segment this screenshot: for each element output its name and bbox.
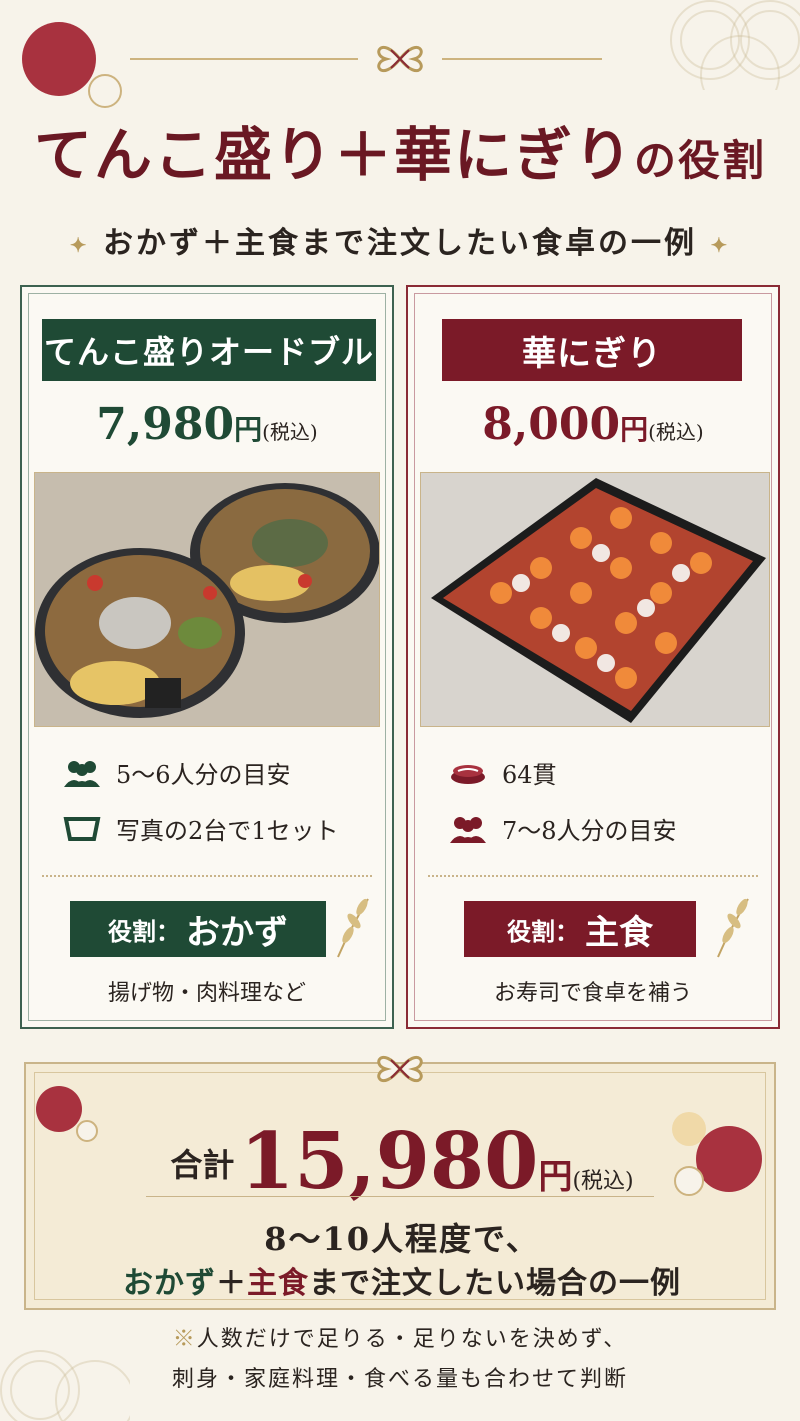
people-icon [448,815,488,843]
summary-okazu: おかず [123,1266,216,1301]
plum-blossom-icon [672,1112,706,1146]
serving-info: 5〜6人分の目安 [62,755,291,790]
dotted-divider [42,875,372,877]
plum-blossom-icon [22,22,96,96]
role-prefix: 役割： [507,916,579,946]
footnote: ※人数だけで足りる・足りないを決めず、 刺身・家庭料理・食べる量も合わせて判断 [0,1320,800,1400]
plum-blossom-icon [76,1120,98,1142]
role-prefix: 役割： [108,916,180,946]
page-title: てんこ盛り＋華にぎりの役割 [0,108,800,192]
total-amount: 15,980 [239,1116,539,1207]
info-text: 5〜6人分の目安 [116,761,291,789]
total-yen: 円 [538,1157,573,1197]
info-text: 64貫 [502,761,557,789]
footnote-line-2: 刺身・家庭料理・食べる量も合わせて判断 [171,1367,628,1392]
hors-doeuvre-photo [34,472,380,727]
total-people: 8〜10人程度で、 [264,1220,540,1258]
plum-blossom-icon [88,74,122,108]
hana-nigiri-card: 華にぎり 8,000円(税込) 64貫 7〜8人分の目安 役割： 主食 お寿司で… [406,285,780,1029]
sushi-icon [448,759,488,787]
knot-ornament-icon [377,1055,423,1083]
summary-rest: まで注文したい場合の一例 [309,1266,681,1301]
dotted-divider [428,875,758,877]
role-badge: 役割： 主食 [464,901,696,957]
people-icon [62,759,102,787]
platter-illustration [35,473,379,726]
sparkle-icon: ✦ [69,233,90,257]
price-yen: 円 [620,413,649,446]
title-main: てんこ盛り＋華にぎり [33,121,634,189]
pieces-info: 64貫 [448,755,557,790]
top-divider-left [130,58,358,60]
plum-blossom-icon [36,1086,82,1132]
plum-blossom-icon [674,1166,704,1196]
subtitle-text: おかず＋主食まで注文したい食卓の一例 [103,226,697,261]
tenko-mori-card: てんこ盛りオードブル 7,980円(税込) 5〜6人分の目安 写真の2台で1セッ… [20,285,394,1029]
wheat-ornament-icon [717,898,749,958]
total-divider [146,1196,654,1197]
info-text: 7〜8人分の目安 [502,817,677,845]
wheat-ornament-icon [337,898,369,958]
info-text: 写真の2台で1セット [116,817,339,845]
page-subtitle: ✦ おかず＋主食まで注文したい食卓の一例 ✦ [0,218,800,262]
sushi-photo [420,472,770,727]
role-badge: 役割： おかず [70,901,326,957]
price-tax: (税込) [648,420,704,444]
role-description: 揚げ物・肉料理など [107,981,306,1006]
note-text-1: 人数だけで足りる・足りないを決めず、 [196,1327,628,1352]
plum-blossom-icon [696,1126,762,1192]
title-suffix: の役割 [634,136,767,185]
set-info: 写真の2台で1セット [62,811,339,846]
note-mark: ※ [172,1327,197,1352]
wave-pattern-top-right [650,0,800,90]
product-price: 7,980円(税込) [22,399,392,450]
serving-info: 7〜8人分の目安 [448,811,677,846]
summary-shushoku: 主食 [247,1266,309,1301]
price-tax: (税込) [262,420,318,444]
top-divider-right [442,58,602,60]
price-value: 7,980 [96,399,235,450]
footnote-line-1: ※人数だけで足りる・足りないを決めず、 [0,1320,800,1360]
tray-icon [62,815,102,843]
price-value: 8,000 [482,399,621,450]
total-tax: (税込) [572,1169,634,1194]
total-price: 合計 15,980円(税込) [26,1116,778,1207]
knot-ornament-icon [377,45,423,73]
role-value: おかず [186,912,288,953]
product-label: てんこ盛りオードブル [42,319,376,381]
role-description: お寿司で食卓を補う [493,981,692,1006]
sparkle-icon: ✦ [710,233,731,257]
total-panel: 合計 15,980円(税込) 8〜10人程度で、 おかず＋主食まで注文したい場合… [24,1062,776,1310]
sushi-illustration [421,473,769,726]
summary-plus: ＋ [216,1266,247,1301]
product-label: 華にぎり [442,319,742,381]
total-label: 合計 [170,1146,235,1184]
product-price: 8,000円(税込) [408,399,778,450]
role-value: 主食 [585,912,653,953]
total-summary: おかず＋主食まで注文したい場合の一例 [26,1258,778,1302]
price-yen: 円 [234,413,263,446]
